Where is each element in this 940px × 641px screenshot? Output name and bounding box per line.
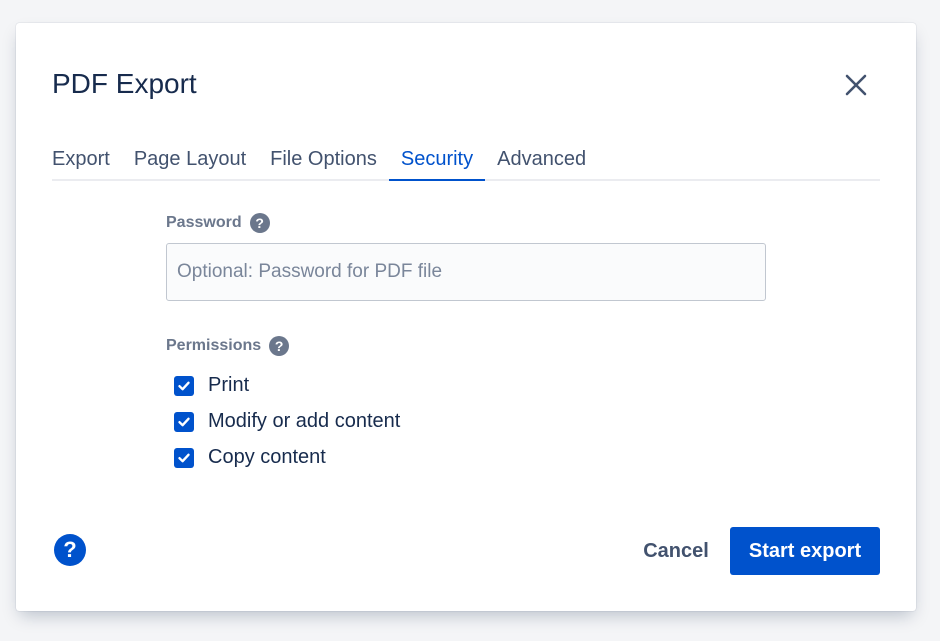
permissions-help-icon[interactable]: ? [269,336,290,356]
copy-checkbox[interactable] [174,447,194,468]
tab-file-options[interactable]: File Options [258,149,389,177]
copy-label: Copy content [208,446,326,468]
tab-page-layout[interactable]: Page Layout [122,149,258,177]
password-label: Password [166,214,242,231]
tab-export[interactable]: Export [52,149,122,177]
tab-advanced[interactable]: Advanced [485,149,598,177]
modify-checkbox[interactable] [174,411,194,432]
tab-security[interactable]: Security [388,149,486,181]
print-checkbox[interactable] [174,375,194,396]
pdf-export-dialog: PDF Export Export Page Layout File Optio… [16,23,916,611]
check-icon [178,453,190,462]
check-icon [178,417,190,426]
dialog-title: PDF Export [52,68,197,99]
permissions-label: Permissions [166,337,262,354]
check-icon [178,381,190,390]
modify-label: Modify or add content [208,410,401,432]
permission-copy[interactable]: Copy content [174,446,326,469]
permissions-label-row: Permissions ? [166,336,290,356]
close-button[interactable] [838,67,874,103]
cancel-button[interactable]: Cancel [630,527,722,575]
permission-modify[interactable]: Modify or add content [174,410,400,433]
start-export-button[interactable]: Start export [730,527,880,575]
tab-bar: Export Page Layout File Options Security… [52,149,880,181]
print-label: Print [208,374,250,396]
password-help-icon[interactable]: ? [249,213,270,233]
help-icon[interactable]: ? [54,534,86,566]
password-label-row: Password ? [166,213,270,233]
permission-print[interactable]: Print [174,374,249,397]
password-input[interactable] [166,243,766,301]
close-icon [845,74,867,96]
